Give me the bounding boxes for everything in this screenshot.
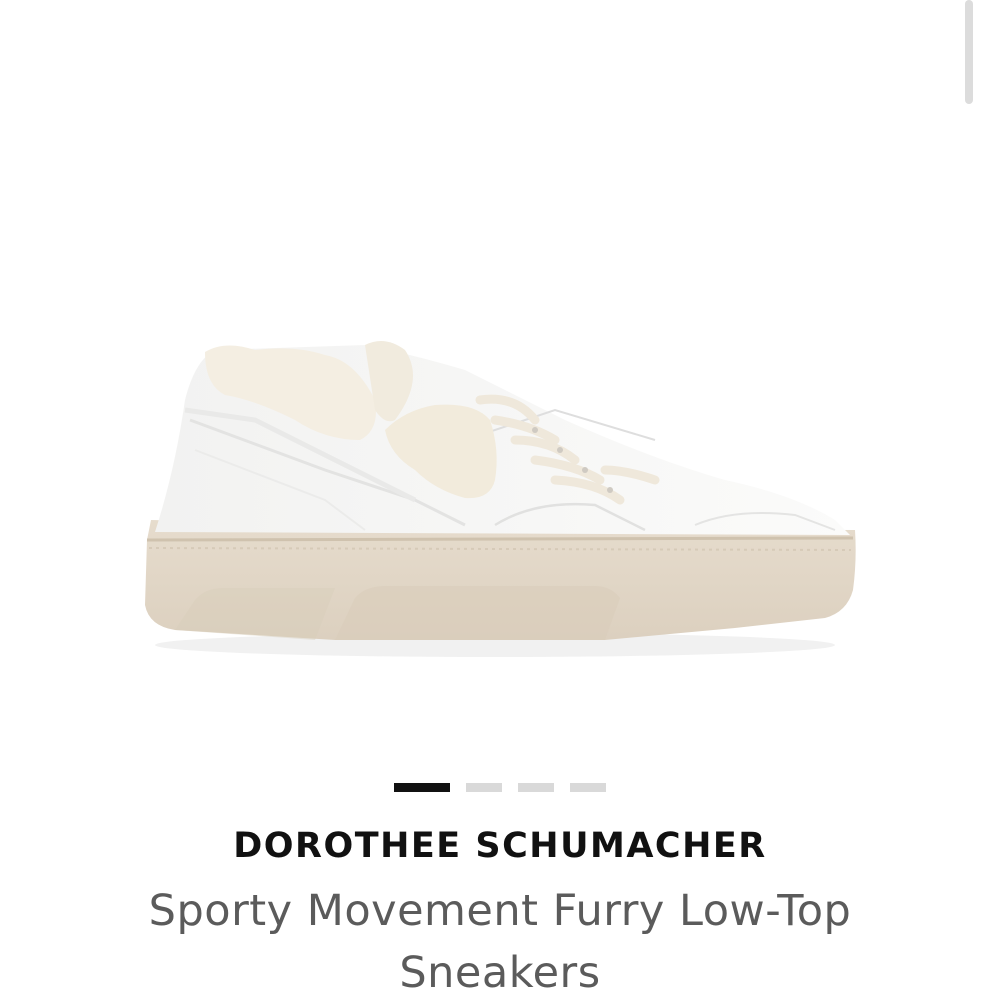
product-title: Sporty Movement Furry Low-Top Sneakers bbox=[148, 886, 852, 998]
pager-dot-3[interactable] bbox=[518, 783, 554, 792]
pager-dot-4[interactable] bbox=[570, 783, 606, 792]
image-pager bbox=[0, 783, 1000, 792]
product-detail-page: DOROTHEE SCHUMACHER Sporty Movement Furr… bbox=[0, 0, 1000, 1000]
pager-dot-2[interactable] bbox=[466, 783, 502, 792]
sneaker-image-icon bbox=[145, 341, 856, 657]
brand-name[interactable]: DOROTHEE SCHUMACHER bbox=[0, 826, 1000, 866]
scrollbar[interactable] bbox=[965, 0, 973, 104]
product-image[interactable] bbox=[135, 0, 865, 760]
pager-dot-1[interactable] bbox=[394, 783, 450, 792]
